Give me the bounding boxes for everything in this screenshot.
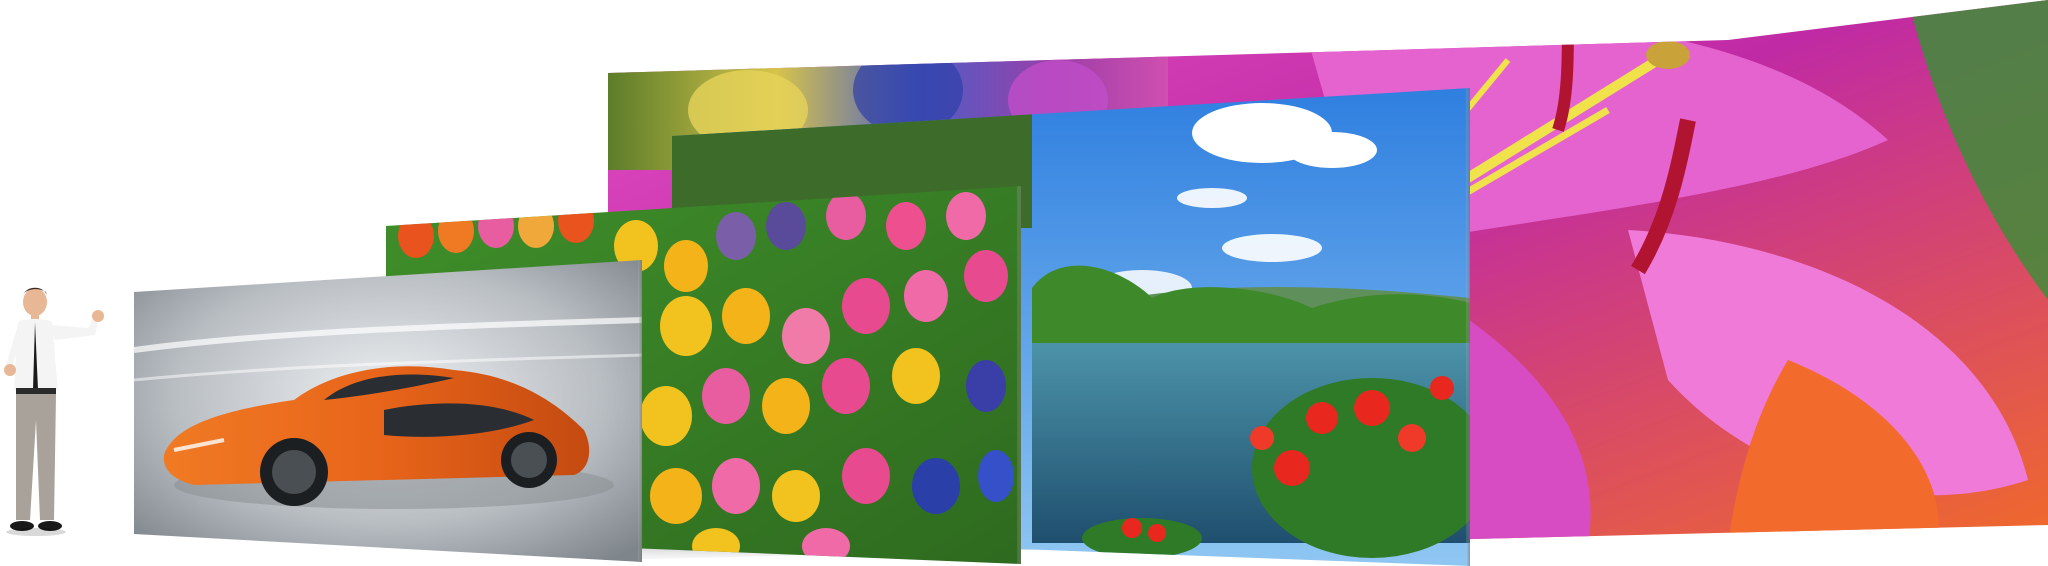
- businessman-illustration: [4, 287, 104, 536]
- presenter-figure: [0, 280, 110, 545]
- car-photo: [134, 260, 642, 562]
- car-photo-panel: [134, 260, 642, 562]
- scene: [0, 0, 2048, 566]
